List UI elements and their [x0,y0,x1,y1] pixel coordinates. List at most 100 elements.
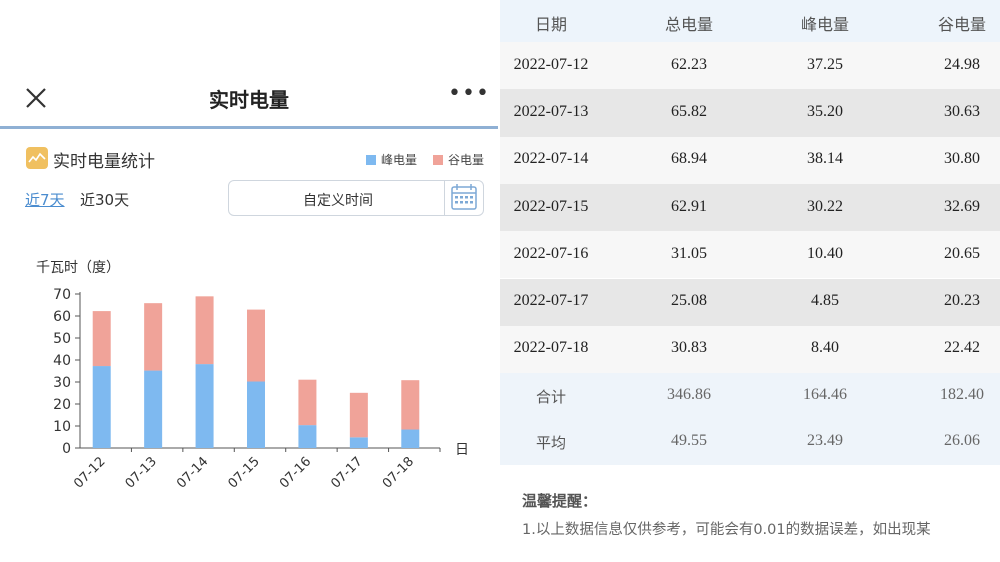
y-tick-label: 50 [53,331,71,347]
y-tick-label: 40 [53,353,71,369]
table-cell: 62.23 [671,55,707,73]
x-tick-label: 07-15 [226,454,263,491]
table-cell: 30.80 [944,150,980,168]
table-cell: 62.91 [671,197,707,215]
summary-row: 平均 49.55 23.49 26.06 [500,419,1000,466]
table-cell: 谷电量 [937,15,986,34]
y-tick-label: 20 [53,397,71,413]
bar-peak [144,370,163,448]
table-cell: 2022-07-13 [513,102,589,120]
table-cell: 68.94 [671,150,707,168]
table-cell: 2022-07-17 [513,292,589,310]
left-panel: 实时电量 ••• 实时电量统计 峰电量 谷电量 近7天 近30天 自定义时间 千… [0,0,498,562]
table-cell: 2022-07-14 [513,150,589,168]
bar-valley [195,296,214,365]
table-cell: 23.49 [807,432,843,450]
y-tick-label: 10 [53,419,71,435]
bar-peak [349,437,368,448]
table-cell: 日期 [534,15,567,34]
table-cell: 峰电量 [800,15,849,34]
bar-peak [298,425,317,448]
table-cell: 346.86 [667,386,711,404]
y-tick-label: 0 [62,441,71,457]
custom-time-label: 自定义时间 [303,193,373,209]
table-cell: 182.40 [940,386,984,404]
bar-valley [247,309,265,382]
table-cell: 31.05 [671,244,707,262]
header-divider [0,126,498,129]
table-cell: 65.82 [671,102,707,120]
bar-peak [195,364,214,448]
table-row: 2022-07-17 25.08 4.85 20.23 [500,278,1000,326]
y-tick-label: 60 [53,309,71,325]
bar-valley [92,311,111,367]
bar-peak [401,429,420,448]
legend-peak-swatch [366,155,376,165]
right-panel: 日期 总电量 峰电量 谷电量 2022-07-12 62.23 37.25 24.98 2022… [500,0,1000,562]
legend-valley: 谷电量 [433,151,484,168]
table-cell: 2022-07-18 [513,339,589,357]
tips-text: 1.以上数据信息仅供参考，可能会有0.01的数据误差，如出现某 [522,522,931,538]
calendar-icon[interactable] [444,181,483,215]
table-row: 2022-07-15 62.91 30.22 32.69 [500,183,1000,232]
table-cell: 30.83 [671,339,707,357]
table-cell: 平均 [535,434,566,453]
y-tick-label: 30 [53,375,71,391]
table-cell: 4.85 [811,292,839,310]
table-cell: 38.14 [807,150,843,168]
x-tick-label: 07-13 [123,454,160,491]
x-tick-label: 07-14 [174,454,211,491]
app-header: 实时电量 ••• [0,70,498,126]
bar-peak [92,366,111,448]
x-tick-label: 07-17 [328,454,365,491]
table-cell: 合计 [535,388,566,407]
custom-time-picker[interactable]: 自定义时间 [228,180,484,216]
legend-peak: 峰电量 [366,151,417,168]
table-cell: 2022-07-16 [513,244,589,262]
more-icon[interactable]: ••• [448,80,489,108]
table-cell: 49.55 [671,432,707,450]
table-cell: 总电量 [664,15,713,34]
chart-badge-icon [26,147,48,169]
table-cell: 37.25 [807,55,843,73]
legend-valley-label: 谷电量 [448,153,485,167]
table-cell: 20.23 [944,292,980,310]
table-row: 2022-07-13 65.82 35.20 30.63 [500,89,1000,137]
table-cell: 24.98 [944,55,980,73]
x-tick-label: 07-12 [71,454,108,491]
bar-valley [298,379,317,426]
x-tick-label: 07-18 [380,454,417,491]
legend-valley-swatch [433,155,443,165]
summary-row: 合计 346.86 164.46 182.40 [500,373,1000,420]
table-cell: 35.20 [807,102,843,120]
tab-7-days[interactable]: 近7天 [25,189,65,210]
table-cell: 30.22 [807,197,843,215]
x-axis-label: 日 [455,442,469,458]
stats-title: 实时电量统计 [53,152,155,172]
table-row: 2022-07-14 68.94 38.14 30.80 [500,136,1000,184]
bar-valley [401,380,420,430]
legend-peak-label: 峰电量 [381,153,418,167]
table-cell: 2022-07-15 [513,197,589,215]
table-row: 2022-07-18 30.83 8.40 22.42 [500,325,1000,374]
y-tick-label: 70 [53,287,71,303]
page-title: 实时电量 [209,88,289,112]
table-cell: 10.40 [807,244,843,262]
y-axis-label: 千瓦时（度） [36,260,120,276]
bar-peak [247,381,265,448]
energy-chart: 千瓦时（度） 0 10 20 30 40 50 60 70 07-12 07-13 07-14 07-1… [36,260,469,492]
x-tick-label: 07-16 [277,454,314,491]
tips-title: 温馨提醒： [522,492,598,510]
table-cell: 26.06 [944,432,980,450]
tab-30-days[interactable]: 近30天 [80,189,129,210]
table-cell: 25.08 [671,292,707,310]
table-header: 日期 总电量 峰电量 谷电量 [500,0,1000,42]
bar-valley [349,392,368,438]
table-cell: 2022-07-12 [513,55,589,73]
table-cell: 22.42 [944,339,980,357]
table-cell: 30.63 [944,102,980,120]
bar-valley [144,303,163,371]
table-row: 2022-07-12 62.23 37.25 24.98 [500,42,1000,90]
table-cell: 164.46 [803,386,847,404]
table-cell: 32.69 [944,197,980,215]
